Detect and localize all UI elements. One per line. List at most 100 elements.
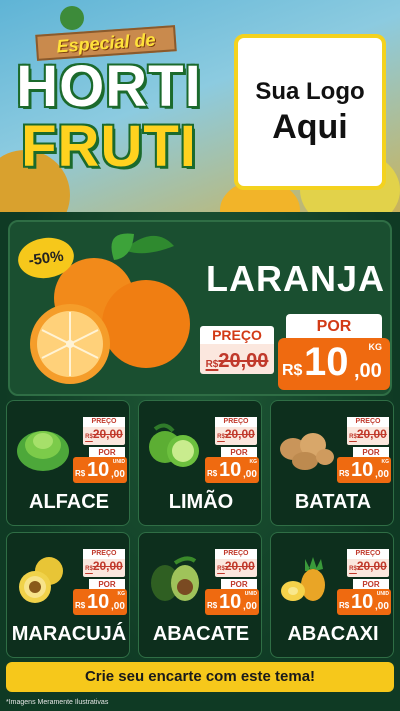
- new-price-box: POR R$ 10 ,00 KG: [278, 314, 390, 392]
- new-price-unit: UNID: [244, 591, 257, 597]
- product-card-maracuja[interactable]: PREÇO R$20,00 POR R$ 10,00 KG MARACUJÁ: [6, 532, 130, 658]
- new-price-integer: 10: [219, 459, 242, 481]
- pineapple-image: [281, 557, 325, 601]
- product-name: ABACAXI: [287, 623, 379, 645]
- old-price-label: PREÇO: [347, 549, 389, 559]
- new-price-unit: UNID: [376, 591, 389, 597]
- old-price-box: PREÇO R$20,00: [215, 549, 257, 577]
- new-price-unit: KG: [117, 591, 126, 597]
- old-price-label: PREÇO: [215, 417, 257, 427]
- new-price-value: R$ 10,00 KG: [205, 457, 259, 483]
- new-price-integer: 10: [351, 459, 374, 481]
- old-price-currency: R$: [349, 434, 357, 440]
- new-price-decimal: ,00: [375, 469, 389, 480]
- new-price-currency: R$: [207, 601, 218, 610]
- product-card-abacate[interactable]: PREÇO R$20,00 POR R$ 10,00 UNID ABACATE: [138, 532, 262, 658]
- logo-text-line2: Aqui: [272, 107, 348, 146]
- passion-fruit-image: [19, 557, 63, 603]
- new-price-value: R$ 10,00 KG: [73, 589, 127, 615]
- new-price-unit: KG: [249, 459, 258, 465]
- old-price-box: PREÇO R$20,00: [215, 417, 257, 445]
- header-banner: Especial de HORTI FRUTI Sua Logo Aqui: [0, 0, 400, 212]
- old-price-amount: 20,00: [218, 350, 269, 372]
- lime-image: [149, 423, 199, 467]
- disclaimer-text: *Imagens Meramente Ilustrativas: [6, 699, 109, 706]
- potato-image: [280, 433, 334, 470]
- new-price-value: R$ 10,00 UNID: [205, 589, 259, 615]
- old-price-value: R$20,00: [215, 427, 257, 441]
- cta-button[interactable]: Crie seu encarte com este tema!: [6, 662, 394, 692]
- new-price-decimal: ,00: [375, 601, 389, 612]
- new-price-decimal: ,00: [243, 601, 257, 612]
- old-price-label: PREÇO: [83, 549, 125, 559]
- new-price-decimal: ,00: [354, 360, 382, 382]
- hortifruti-title: Especial de HORTI FRUTI: [14, 25, 204, 200]
- logo-placeholder[interactable]: Sua Logo Aqui: [234, 34, 386, 190]
- old-price-currency: R$: [205, 359, 219, 370]
- old-price-label: PREÇO: [347, 417, 389, 427]
- product-name: MARACUJÁ: [11, 623, 127, 645]
- offers-area: -50% LARANJA PREÇO R$20,00 POR R$ 10 ,00…: [0, 212, 400, 711]
- new-price-integer: 10: [351, 591, 374, 613]
- product-card-alface[interactable]: PREÇO R$20,00 POR R$ 10,00 UNID ALFACE: [6, 400, 130, 526]
- old-price-value: R$20,00: [347, 427, 389, 441]
- old-price-box: PREÇO R$20,00: [200, 326, 274, 374]
- old-price-amount: 20,00: [92, 559, 123, 573]
- new-price-value: R$ 10 ,00 KG: [278, 338, 390, 390]
- featured-product-card[interactable]: -50% LARANJA PREÇO R$20,00 POR R$ 10 ,00…: [8, 220, 392, 396]
- lettuce-image: [17, 431, 69, 471]
- old-price-amount: 20,00: [356, 427, 387, 441]
- new-price-decimal: ,00: [111, 469, 125, 480]
- new-price-unit: KG: [381, 459, 390, 465]
- title-horti: HORTI: [16, 54, 202, 119]
- new-price-value: R$ 10,00 KG: [337, 457, 391, 483]
- old-price-box: PREÇO R$20,00: [83, 417, 125, 445]
- new-price-label: POR: [286, 314, 382, 340]
- new-price-value: R$ 10,00 UNID: [73, 457, 127, 483]
- old-price-amount: 20,00: [356, 559, 387, 573]
- new-price-unit: UNID: [112, 459, 125, 465]
- new-price-currency: R$: [75, 469, 86, 478]
- product-name: BATATA: [294, 491, 372, 513]
- old-price-currency: R$: [217, 434, 225, 440]
- old-price-label: PREÇO: [215, 549, 257, 559]
- old-price-box: PREÇO R$20,00: [83, 549, 125, 577]
- product-card-batata[interactable]: PREÇO R$20,00 POR R$ 10,00 KG BATATA: [270, 400, 394, 526]
- product-name: ABACATE: [152, 623, 250, 645]
- old-price-value: R$20,00: [83, 427, 125, 441]
- new-price-currency: R$: [75, 601, 86, 610]
- title-fruti: FRUTI: [21, 114, 197, 179]
- new-price-currency: R$: [207, 469, 218, 478]
- old-price-box: PREÇO R$20,00: [347, 549, 389, 577]
- avocado-image: [151, 556, 199, 601]
- product-card-abacaxi[interactable]: PREÇO R$20,00 POR R$ 10,00 UNID ABACAXI: [270, 532, 394, 658]
- old-price-value: R$20,00: [215, 559, 257, 573]
- old-price-box: PREÇO R$20,00: [347, 417, 389, 445]
- old-price-value: R$20,00: [347, 559, 389, 573]
- product-name: LIMÃO: [168, 491, 234, 513]
- old-price-currency: R$: [85, 434, 93, 440]
- logo-text-line1: Sua Logo: [255, 77, 365, 105]
- product-card-limao[interactable]: PREÇO R$20,00 POR R$ 10,00 KG LIMÃO: [138, 400, 262, 526]
- product-name: ALFACE: [29, 491, 109, 513]
- old-price-currency: R$: [85, 566, 93, 572]
- title-tag-text: Especial de: [55, 29, 157, 56]
- old-price-currency: R$: [217, 566, 225, 572]
- new-price-value: R$ 10,00 UNID: [337, 589, 391, 615]
- old-price-amount: 20,00: [224, 559, 255, 573]
- old-price-amount: 20,00: [224, 427, 255, 441]
- new-price-integer: 10: [87, 459, 110, 481]
- old-price-value: R$20,00: [200, 350, 274, 373]
- new-price-integer: 10: [304, 340, 349, 384]
- new-price-integer: 10: [87, 591, 110, 613]
- new-price-unit: KG: [368, 342, 383, 352]
- new-price-currency: R$: [339, 601, 350, 610]
- old-price-amount: 20,00: [92, 427, 123, 441]
- featured-product-name: LARANJA: [206, 258, 386, 299]
- old-price-label: PREÇO: [200, 326, 274, 344]
- decor-fruit-circle: [60, 6, 84, 30]
- old-price-label: PREÇO: [83, 417, 125, 427]
- old-price-currency: R$: [349, 566, 357, 572]
- new-price-currency: R$: [339, 469, 350, 478]
- new-price-decimal: ,00: [243, 469, 257, 480]
